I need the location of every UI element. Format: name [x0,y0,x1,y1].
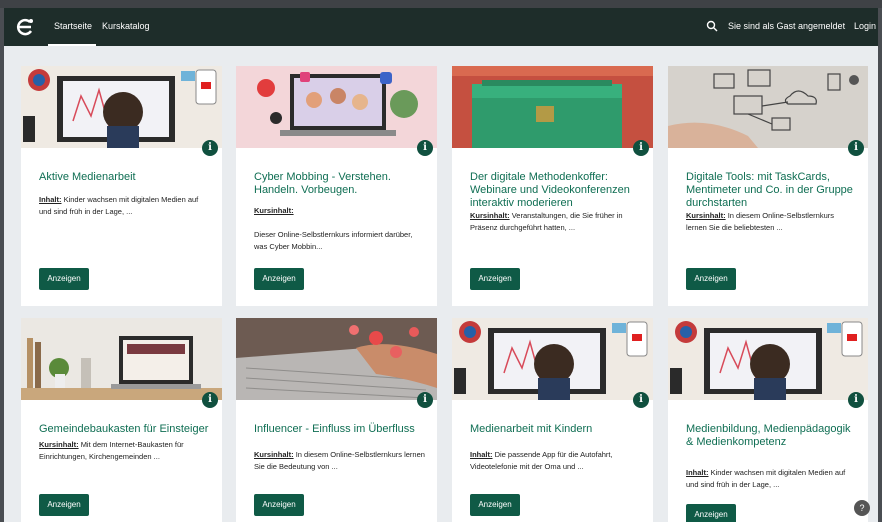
course-title[interactable]: Digitale Tools: mit TaskCards, Mentimete… [686,171,856,210]
view-course-button[interactable]: Anzeigen [470,494,520,516]
course-summary: Kursinhalt: Veranstaltungen, die Sie frü… [470,211,623,232]
view-course-button[interactable]: Anzeigen [39,494,89,516]
course-card[interactable]: i Der digitale Methodenkoffer: Webinare … [452,66,653,306]
course-image [236,318,437,400]
course-image [21,66,222,148]
nav-link-home[interactable]: Startseite [54,21,92,31]
course-title[interactable]: Gemeindebaukasten für Einsteiger [39,423,210,436]
course-title[interactable]: Influencer - Einfluss im Überfluss [254,423,425,436]
course-image [452,66,653,148]
navbar: Startseite Kurskatalog Sie sind als Gast… [4,8,878,46]
nav-link-catalog[interactable]: Kurskatalog [102,21,150,31]
course-card[interactable]: i Aktive Medienarbeit Inhalt: Kinder wac… [21,66,222,306]
course-summary: Kursinhalt: In diesem Online-Selbstlernk… [254,450,425,471]
course-card[interactable]: i Influencer - Einfluss im Überfluss Kur… [236,318,437,522]
course-card[interactable]: i Cyber Mobbing - Verstehen. Handeln. Vo… [236,66,437,306]
course-image [452,318,653,400]
info-icon[interactable]: i [633,392,649,408]
view-course-button[interactable]: Anzeigen [470,268,520,290]
course-title[interactable]: Der digitale Methodenkoffer: Webinare un… [470,171,641,210]
course-title[interactable]: Aktive Medienarbeit [39,171,210,184]
course-card[interactable]: i Gemeindebaukasten für Einsteiger Kursi… [21,318,222,522]
course-summary: Inhalt: Die passende App für die Autofah… [470,450,613,471]
course-summary: Kursinhalt: In diesem Online-Selbstlernk… [686,211,834,232]
browser-viewport: Startseite Kurskatalog Sie sind als Gast… [4,8,878,522]
search-icon[interactable] [706,20,718,32]
login-link[interactable]: Login [854,21,876,31]
course-image [668,318,868,400]
site-logo-icon[interactable] [14,16,36,38]
view-course-button[interactable]: Anzeigen [686,268,736,290]
course-title[interactable]: Cyber Mobbing - Verstehen. Handeln. Vorb… [254,171,425,197]
course-card[interactable]: i Medienarbeit mit Kindern Inhalt: Die p… [452,318,653,522]
course-image [668,66,868,148]
course-title[interactable]: Medienbildung, Medienpädagogik & Medienk… [686,423,856,449]
view-course-button[interactable]: Anzeigen [254,268,304,290]
course-title[interactable]: Medienarbeit mit Kindern [470,423,641,436]
window-top-bar [0,0,882,8]
info-icon[interactable]: i [202,392,218,408]
info-icon[interactable]: i [417,392,433,408]
course-summary: Kursinhalt: Dieser Online-Selbstlernkurs … [254,206,413,251]
course-image [236,66,437,148]
course-card[interactable]: i Digitale Tools: mit TaskCards, Mentime… [668,66,868,306]
course-summary: Inhalt: Kinder wachsen mit digitalen Med… [39,195,199,216]
info-icon[interactable]: i [202,140,218,156]
course-summary: Inhalt: Kinder wachsen mit digitalen Med… [686,468,846,489]
info-icon[interactable]: i [417,140,433,156]
view-course-button[interactable]: Anzeigen [254,494,304,516]
help-icon[interactable]: ? [854,500,870,516]
course-summary: Kursinhalt: Mit dem Internet-Baukasten f… [39,440,184,461]
info-icon[interactable]: i [848,140,864,156]
guest-notice: Sie sind als Gast angemeldet [728,21,846,31]
course-image [21,318,222,400]
course-card[interactable]: i Medienbildung, Medienpädagogik & Medie… [668,318,868,522]
info-icon[interactable]: i [848,392,864,408]
view-course-button[interactable]: Anzeigen [39,268,89,290]
view-course-button[interactable]: Anzeigen [686,504,736,522]
info-icon[interactable]: i [633,140,649,156]
